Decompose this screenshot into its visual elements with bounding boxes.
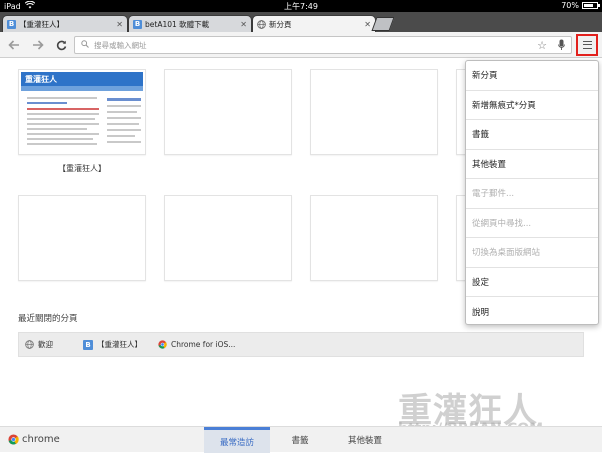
forward-arrow-icon [33, 40, 44, 50]
recent-item-label: 【重灌狂人】 [97, 340, 142, 349]
most-visited-caption[interactable]: 【重灌狂人】 [18, 163, 146, 174]
omnibox-placeholder: 搜尋或輸入網址 [94, 40, 147, 50]
preview-line [27, 108, 99, 110]
hamburger-menu-icon [582, 41, 592, 49]
most-visited-tile-empty [164, 69, 292, 155]
preview-line [27, 118, 95, 120]
toolbar: 搜尋或輸入網址 ☆ [0, 32, 602, 58]
menu-item-email[interactable]: 電子郵件... [466, 179, 598, 209]
blogger-favicon-icon: B [7, 19, 16, 29]
preview-line [27, 133, 99, 135]
globe-icon [24, 340, 34, 350]
most-visited-tile-empty [310, 69, 438, 155]
close-icon[interactable]: ✕ [364, 20, 371, 29]
most-visited-tile-empty [310, 195, 438, 281]
preview-line [107, 111, 137, 113]
reload-icon [56, 40, 66, 50]
back-arrow-icon [8, 40, 19, 50]
preview-line [107, 135, 135, 137]
recently-closed-title: 最近關閉的分頁 [18, 314, 78, 324]
page-preview: 重灌狂人 [21, 72, 143, 152]
battery-icon [582, 2, 600, 9]
recent-item-welcome[interactable]: 歡迎 [24, 339, 53, 350]
preview-line [27, 113, 99, 115]
menu-item-request-desktop-site[interactable]: 切換為桌面版網站 [466, 238, 598, 268]
chrome-brand-label: chrome [22, 434, 60, 445]
recent-item-chrome-ios[interactable]: Chrome for iOS... [157, 339, 235, 349]
menu-item-new-tab[interactable]: 新分頁 [466, 61, 598, 91]
preview-line [107, 117, 141, 119]
menu-item-settings[interactable]: 設定 [466, 268, 598, 297]
chrome-logo-icon [8, 434, 19, 445]
globe-icon [257, 19, 266, 29]
new-tab-button[interactable] [371, 17, 395, 31]
preview-line [107, 105, 141, 107]
tab-title: betA101 軟體下載 [145, 19, 210, 29]
status-time: 上午7:49 [284, 2, 318, 11]
most-visited-tile[interactable]: 重灌狂人 [18, 69, 146, 155]
tab-beta101[interactable]: B betA101 軟體下載 ✕ [128, 15, 252, 32]
tab-strip: B 【重灌狂人】 ✕ B betA101 軟體下載 ✕ 新分頁 ✕ [0, 12, 602, 32]
menu-button[interactable] [576, 34, 598, 56]
preview-nav [21, 86, 143, 91]
preview-line [107, 123, 139, 125]
chrome-brand: chrome [8, 434, 60, 445]
tab-briian[interactable]: B 【重灌狂人】 ✕ [2, 15, 128, 32]
blogger-favicon-icon: B [133, 19, 142, 29]
recent-item-briian[interactable]: B 【重灌狂人】 [83, 339, 142, 350]
menu-item-other-devices[interactable]: 其他裝置 [466, 150, 598, 179]
tab-new-tab[interactable]: 新分頁 ✕ [252, 15, 376, 32]
blogger-favicon-icon: B [83, 339, 93, 350]
preview-line [27, 143, 97, 145]
recently-closed-bar: 歡迎 B 【重灌狂人】 Chrome for iOS... [18, 332, 584, 357]
close-icon[interactable]: ✕ [116, 20, 123, 29]
menu-item-help[interactable]: 說明 [466, 297, 598, 324]
preview-line [27, 97, 97, 99]
menu-item-new-incognito-tab[interactable]: 新增無痕式*分頁 [466, 91, 598, 120]
chrome-menu: 新分頁 新增無痕式*分頁 書籤 其他裝置 電子郵件... 從網頁中尋找... 切… [465, 60, 599, 325]
bottom-bar: chrome 最常造訪 書籤 其他裝置 [0, 426, 602, 453]
preview-line [27, 102, 67, 104]
bookmark-star-icon[interactable]: ☆ [537, 39, 547, 52]
battery-percent: 70% [561, 1, 579, 10]
menu-item-bookmarks[interactable]: 書籤 [466, 120, 598, 150]
preview-line [107, 129, 141, 131]
bottom-tab-bookmarks[interactable]: 書籤 [270, 427, 330, 453]
omnibox[interactable]: 搜尋或輸入網址 ☆ [74, 36, 572, 54]
forward-button[interactable] [30, 37, 46, 53]
preview-brand: 重灌狂人 [25, 75, 57, 84]
chrome-icon [157, 339, 167, 349]
menu-item-find-in-page[interactable]: 從網頁中尋找... [466, 209, 598, 238]
reload-button[interactable] [53, 37, 69, 53]
status-bar: iPad 上午7:49 70% [0, 0, 602, 12]
preview-header: 重灌狂人 [21, 72, 143, 86]
preview-line [27, 138, 93, 140]
back-button[interactable] [6, 37, 22, 53]
recent-item-label: 歡迎 [38, 340, 53, 349]
recent-item-label: Chrome for iOS... [171, 339, 236, 349]
most-visited-tile-empty [164, 195, 292, 281]
search-icon [81, 40, 89, 50]
tab-title: 【重灌狂人】 [19, 19, 64, 29]
preview-line [107, 98, 141, 101]
bottom-tab-other-devices[interactable]: 其他裝置 [330, 427, 400, 453]
preview-line [27, 123, 99, 125]
close-icon[interactable]: ✕ [240, 20, 247, 29]
tab-title: 新分頁 [269, 19, 292, 29]
most-visited-tile-empty [18, 195, 146, 281]
microphone-icon[interactable] [558, 39, 565, 50]
preview-line [107, 141, 141, 143]
preview-line [27, 128, 87, 130]
bottom-tab-most-visited[interactable]: 最常造訪 [204, 427, 270, 453]
